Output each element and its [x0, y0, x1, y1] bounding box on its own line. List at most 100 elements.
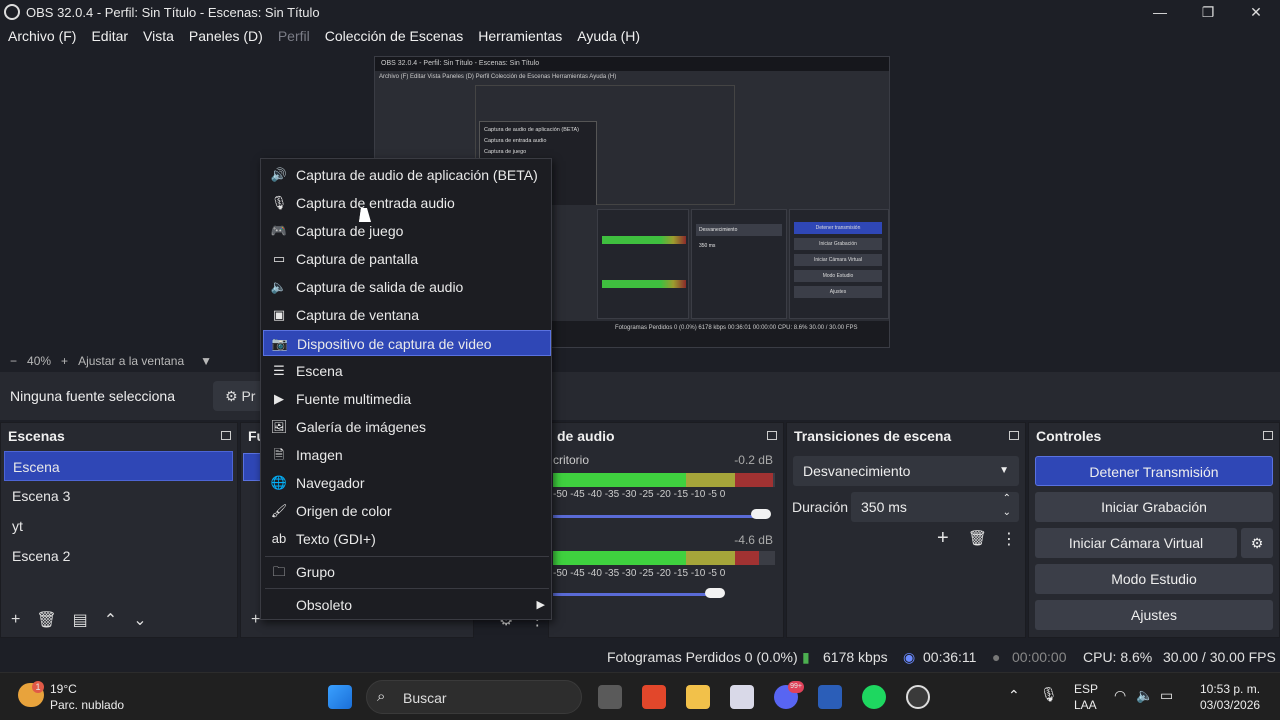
menu-item-scene[interactable]: ☰ Escena: [263, 358, 551, 384]
task-view-icon[interactable]: [598, 685, 622, 709]
word-icon[interactable]: [818, 685, 842, 709]
battery-icon[interactable]: ▭: [1160, 687, 1173, 704]
file-explorer-icon[interactable]: [686, 685, 710, 709]
menu-separator: [265, 588, 549, 589]
wifi-icon[interactable]: ◠: [1114, 687, 1126, 704]
audio-channel-2-slider[interactable]: [553, 593, 713, 596]
spotify-icon[interactable]: [862, 685, 886, 709]
zoom-out-button[interactable]: −: [10, 354, 17, 368]
audio-mixer-dock: de audio critorio -0.2 dB -50 -45 -40 -3…: [499, 422, 784, 638]
audio-channel-1-name: critorio: [553, 453, 590, 467]
trash-icon[interactable]: 🗑: [36, 610, 56, 630]
menu-vista[interactable]: Vista: [143, 28, 174, 44]
scene-item[interactable]: yt: [4, 511, 233, 541]
globe-icon: 🌐: [270, 475, 288, 490]
menu-ayuda[interactable]: Ayuda (H): [577, 28, 640, 44]
language-code[interactable]: ESP: [1074, 682, 1098, 696]
menu-item-obsolete[interactable]: Obsoleto ▶: [263, 592, 551, 618]
zoom-in-button[interactable]: +: [61, 354, 68, 368]
menu-item-image[interactable]: 🗎 Imagen: [263, 442, 551, 468]
title-bar: OBS 32.0.4 - Perfil: Sin Título - Escena…: [0, 0, 1280, 24]
menu-item-group[interactable]: 🗀 Grupo: [263, 559, 551, 585]
stop-stream-button[interactable]: Detener Transmisión: [1035, 456, 1273, 486]
windows-taskbar: 1 19°C Parc. nublado ⌕ Buscar 99+ ⌃ 🎙 ES…: [0, 672, 1280, 720]
undock-icon[interactable]: [1263, 431, 1273, 440]
menu-item-media-source[interactable]: ▶ Fuente multimedia: [263, 386, 551, 412]
close-button[interactable]: ✕: [1232, 0, 1280, 24]
microphone-tray-icon[interactable]: 🎙: [1040, 686, 1058, 703]
volume-icon[interactable]: 🔈: [1136, 687, 1153, 704]
audio-channel-2-ticks: -50 -45 -40 -35 -30 -25 -20 -15 -10 -5 0: [553, 568, 726, 579]
undock-icon[interactable]: [1009, 431, 1019, 440]
preview-mini-transitions: Desvanecimiento 350 ms: [691, 209, 787, 319]
move-up-icon[interactable]: ⌃: [104, 610, 117, 630]
mouse-cursor-icon: [359, 208, 373, 222]
menu-item-browser[interactable]: 🌐 Navegador: [263, 470, 551, 496]
scene-item[interactable]: Escena 2: [4, 541, 233, 571]
more-icon[interactable]: ⋮: [1001, 529, 1017, 549]
undock-icon[interactable]: [767, 431, 777, 440]
weather-desc: Parc. nublado: [50, 698, 125, 712]
audio-channel-2-meter: [553, 551, 775, 565]
add-source-icon[interactable]: +: [251, 611, 260, 629]
menu-item-text-gdi[interactable]: ab Texto (GDI+): [263, 526, 551, 552]
transition-select[interactable]: Desvanecimiento ▼: [793, 456, 1019, 486]
audio-channel-2-knob[interactable]: [705, 588, 725, 598]
clock-time[interactable]: 10:53 p. m.: [1200, 682, 1260, 696]
spin-down-icon[interactable]: ⌄: [1003, 498, 1011, 528]
menu-item-color-source[interactable]: 🖌 Origen de color: [263, 498, 551, 524]
scene-item[interactable]: Escena 3: [4, 481, 233, 511]
menu-item-audio-input-capture[interactable]: 🎙 Captura de entrada audio: [263, 190, 551, 216]
add-scene-icon[interactable]: +: [11, 611, 20, 629]
obs-logo-icon: [4, 4, 20, 20]
trash-icon[interactable]: 🗑: [968, 529, 987, 547]
restore-button[interactable]: ❐: [1184, 0, 1232, 24]
no-source-label: Ninguna fuente selecciona: [10, 388, 176, 404]
menu-item-game-capture[interactable]: 🎮 Captura de juego: [263, 218, 551, 244]
filter-icon[interactable]: ▤: [73, 610, 88, 630]
source-toolbar: Ninguna fuente selecciona ⚙ Pr: [0, 372, 1280, 420]
zoom-bar: − 40% + Ajustar a la ventana ▼: [0, 352, 1280, 370]
menu-item-display-capture[interactable]: ▭ Captura de pantalla: [263, 246, 551, 272]
menu-perfil[interactable]: Perfil: [278, 28, 310, 44]
menu-archivo[interactable]: Archivo (F): [8, 28, 76, 44]
audio-channel-1-knob[interactable]: [751, 509, 771, 519]
undock-icon[interactable]: [221, 431, 231, 440]
snipping-tool-icon[interactable]: [730, 685, 754, 709]
audio-channel-1-slider[interactable]: [553, 515, 759, 518]
add-transition-icon[interactable]: +: [937, 527, 949, 550]
minimize-button[interactable]: —: [1136, 0, 1184, 24]
studio-mode-button[interactable]: Modo Estudio: [1035, 564, 1273, 594]
chevron-down-icon[interactable]: ▼: [200, 354, 212, 368]
transitions-dock: Transiciones de escena Desvanecimiento ▼…: [786, 422, 1026, 638]
microphone-icon: 🎙: [270, 195, 288, 210]
language-layout[interactable]: LAA: [1074, 698, 1097, 712]
menu-item-window-capture[interactable]: ▣ Captura de ventana: [263, 302, 551, 328]
gamepad-icon: 🎮: [270, 223, 288, 238]
virtual-camera-settings-button[interactable]: ⚙: [1241, 528, 1273, 558]
text-icon: ab: [271, 531, 287, 546]
transitions-title: Transiciones de escena: [794, 428, 952, 444]
scene-item[interactable]: Escena: [4, 451, 233, 481]
menu-coleccion-escenas[interactable]: Colección de Escenas: [325, 28, 464, 44]
brave-icon[interactable]: [642, 685, 666, 709]
menu-item-app-audio-capture[interactable]: 🔊 Captura de audio de aplicación (BETA): [263, 162, 551, 188]
virtual-camera-button[interactable]: Iniciar Cámara Virtual: [1035, 528, 1237, 558]
taskbar-search[interactable]: ⌕ Buscar: [366, 680, 582, 714]
clock-date[interactable]: 03/03/2026: [1200, 698, 1260, 712]
menu-item-video-capture-device[interactable]: 📷 Dispositivo de captura de video: [263, 330, 551, 356]
obs-taskbar-icon[interactable]: [906, 685, 930, 709]
tray-overflow-icon[interactable]: ⌃: [1008, 687, 1020, 704]
menu-item-audio-output-capture[interactable]: 🔈 Captura de salida de audio: [263, 274, 551, 300]
menu-separator: [265, 556, 549, 557]
windows-start-icon[interactable]: [328, 685, 352, 709]
menu-editar[interactable]: Editar: [91, 28, 128, 44]
duration-input[interactable]: 350 ms ⌃ ⌄: [851, 492, 1019, 522]
start-recording-button[interactable]: Iniciar Grabación: [1035, 492, 1273, 522]
menu-paneles[interactable]: Paneles (D): [189, 28, 263, 44]
zoom-fit-dropdown[interactable]: Ajustar a la ventana: [78, 354, 184, 368]
move-down-icon[interactable]: ⌄: [133, 610, 146, 630]
settings-button[interactable]: Ajustes: [1035, 600, 1273, 630]
menu-item-image-slideshow[interactable]: 🖼 Galería de imágenes: [263, 414, 551, 440]
menu-herramientas[interactable]: Herramientas: [478, 28, 562, 44]
